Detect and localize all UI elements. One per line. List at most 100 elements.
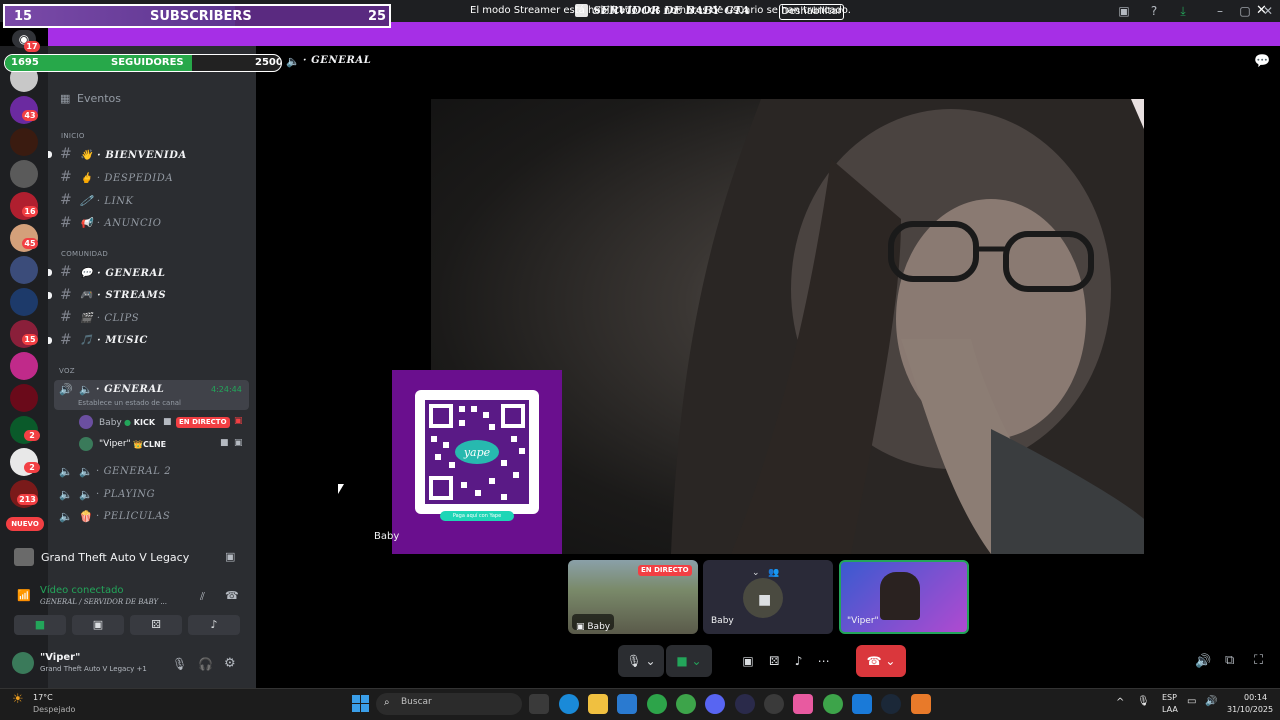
share-screen-icon[interactable]: ▣ — [742, 654, 753, 668]
category-comunidad[interactable]: COMUNIDAD — [61, 250, 108, 258]
taskbar-search[interactable] — [376, 693, 522, 715]
video-owner-name: Baby — [374, 531, 400, 542]
volume-tray-icon[interactable]: 🔊 — [1205, 696, 1217, 707]
voice-channel-playing[interactable]: · PLAYING — [96, 489, 155, 500]
chevron-down-icon[interactable]: ⌄ — [752, 568, 760, 578]
windows-taskbar — [0, 688, 1280, 720]
channel-general-text[interactable]: 💬 · GENERAL — [80, 268, 166, 279]
weather-temp[interactable]: 17°C — [33, 693, 53, 702]
microphone-icon[interactable]: 🎙 — [172, 657, 187, 671]
signal-icon: 📶 — [17, 589, 31, 602]
share-activity-icon[interactable]: ▣ — [225, 550, 235, 563]
tray-chevron-up-icon[interactable]: ^ — [1116, 697, 1124, 708]
soundboard-button[interactable]: ♪ — [188, 615, 240, 635]
channel-clips[interactable]: 🎬 · CLIPS — [80, 313, 139, 324]
tray-microphone-icon[interactable]: 🎙 — [1137, 696, 1150, 707]
noise-suppression-icon[interactable]: ⫽ — [200, 590, 205, 604]
activities-button[interactable]: ⚄ — [130, 615, 182, 635]
app-icon[interactable] — [793, 694, 813, 714]
clock-time[interactable]: 00:14 — [1244, 693, 1267, 702]
member-baby[interactable]: Baby — [99, 418, 122, 428]
speaker-icon: 🔈 — [79, 465, 93, 478]
activities-icon[interactable]: ⚄ — [769, 654, 779, 668]
more-options-icon[interactable]: ⋯ — [818, 654, 830, 668]
close-banner-icon[interactable]: ✕ — [1256, 3, 1267, 18]
stream-icon: ▣ — [234, 416, 243, 426]
app-icon[interactable] — [852, 694, 872, 714]
steam-icon[interactable] — [881, 694, 901, 714]
soundboard-icon[interactable]: ♪ — [795, 654, 803, 668]
maximize-button[interactable]: ▢ — [1233, 2, 1257, 20]
popout-icon[interactable]: ⧉ — [1225, 653, 1234, 668]
voice-channel-peliculas[interactable]: · PELICULAS — [96, 511, 170, 522]
headphones-icon[interactable]: 🎧 — [198, 657, 213, 671]
inbox-icon[interactable]: ▣ — [1112, 2, 1136, 20]
channel-music[interactable]: 🎵 · MUSIC — [80, 335, 148, 346]
speaker-icon: 🔈 — [286, 55, 300, 68]
followers-goal: 2500 — [255, 57, 282, 68]
call-actions: ▣ ⚄ ♪ ⋯ — [722, 645, 850, 677]
camera-toggle-button[interactable]: ■ — [14, 615, 66, 635]
minimize-button[interactable]: – — [1208, 2, 1232, 20]
chrome-icon[interactable] — [823, 694, 843, 714]
server-badge: 16 — [22, 206, 38, 217]
volume-icon[interactable]: 🔊 — [1195, 654, 1211, 669]
server-icon[interactable] — [10, 160, 38, 188]
disable-streamer-button[interactable]: Deshabilitar — [779, 4, 844, 20]
category-voz[interactable]: VOZ — [59, 367, 75, 375]
category-inicio[interactable]: INICIO — [61, 132, 85, 140]
language-layout: LAA — [1162, 705, 1178, 714]
fullscreen-icon[interactable]: ⛶ — [1254, 653, 1263, 668]
server-icon[interactable] — [10, 352, 38, 380]
server-icon[interactable] — [10, 384, 38, 412]
language-code[interactable]: ESP — [1162, 693, 1177, 702]
file-explorer-icon[interactable] — [588, 694, 608, 714]
followers-goal-bar: 1695 SEGUIDORES 2500 — [4, 54, 282, 72]
channel-despedida[interactable]: 🖕 · DESPEDIDA — [80, 173, 173, 184]
app-icon[interactable] — [911, 694, 931, 714]
chrome-icon[interactable] — [647, 694, 667, 714]
avatar — [79, 415, 93, 429]
server-icon[interactable] — [10, 128, 38, 156]
channel-link[interactable]: 🧷 · LINK — [80, 196, 134, 207]
voice-channel-header: · GENERAL — [303, 55, 372, 66]
edge-icon[interactable] — [559, 694, 579, 714]
discord-icon[interactable] — [705, 694, 725, 714]
weather-desc: Despejado — [33, 705, 76, 714]
member-viper[interactable]: "Viper" — [99, 439, 131, 449]
network-icon[interactable]: ▭ — [1187, 696, 1196, 707]
rtc-location[interactable]: GENERAL / SERVIDOR DE BABY ... — [40, 598, 167, 606]
mute-button[interactable]: 🎙 ⌄ — [618, 645, 664, 677]
qr-code: yape — [415, 390, 539, 514]
app-icon[interactable] — [735, 694, 755, 714]
subscribers-goal-bar: 15 SUBSCRIBERS 25 — [3, 4, 391, 28]
channel-bienvenida[interactable]: 👋 · BIENVENIDA — [80, 150, 187, 161]
start-button[interactable] — [352, 695, 369, 712]
qr-code-graphic: yape — [425, 400, 529, 504]
chat-bubble-icon[interactable]: 💬 — [1254, 54, 1270, 69]
chrome-icon[interactable] — [676, 694, 696, 714]
avatar[interactable] — [12, 652, 34, 674]
help-icon[interactable]: ? — [1142, 2, 1166, 20]
add-people-icon[interactable]: 👥 — [768, 568, 779, 578]
hang-up-button[interactable]: ☎ ⌄ — [856, 645, 906, 677]
settings-gear-icon[interactable]: ⚙ — [224, 656, 236, 671]
speaker-icon: 🔈 — [59, 510, 73, 523]
store-icon[interactable] — [617, 694, 637, 714]
download-icon[interactable]: ⤓ — [1171, 2, 1195, 20]
disconnect-icon[interactable]: ☎ — [225, 589, 239, 602]
channel-streams[interactable]: 🎮 · STREAMS — [80, 290, 166, 301]
server-badge: 17 — [24, 41, 40, 52]
server-icon[interactable] — [10, 288, 38, 316]
set-channel-status[interactable]: Establece un estado de canal — [78, 399, 181, 407]
voice-timer: 4:24:44 — [211, 385, 242, 394]
share-screen-button[interactable]: ▣ — [72, 615, 124, 635]
app-icon[interactable] — [764, 694, 784, 714]
camera-button[interactable]: ■ ⌄ — [666, 645, 712, 677]
task-view-icon[interactable] — [529, 694, 549, 714]
channel-anuncio[interactable]: 📢 · ANUNCIO — [80, 218, 162, 229]
server-icon[interactable] — [10, 256, 38, 284]
events-link[interactable]: Eventos — [77, 92, 121, 105]
server-badge: 2 — [24, 462, 40, 473]
voice-channel-general-2[interactable]: · GENERAL 2 — [96, 466, 171, 477]
